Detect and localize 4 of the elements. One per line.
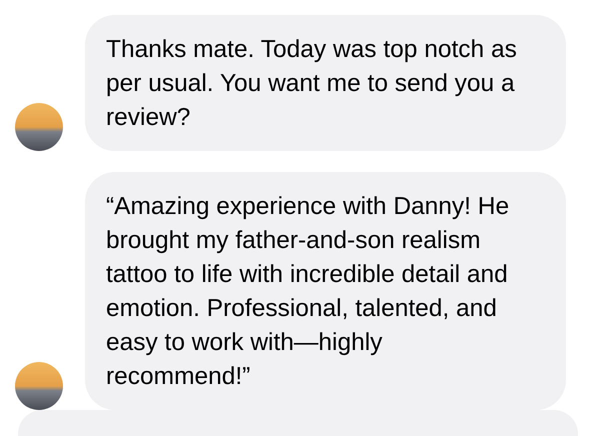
avatar-photo-placeholder (15, 362, 63, 410)
message-text: “Amazing experience with Danny! He brought my father-and-son realism tattoo to life with incredible detail and emotion. Professional, talented, and easy to work with—highly recommend!” (106, 192, 510, 392)
avatar-photo-placeholder (15, 103, 63, 151)
message-text: Thanks mate. Today was top notch as per usual. You want me to send you a review? (106, 35, 518, 133)
